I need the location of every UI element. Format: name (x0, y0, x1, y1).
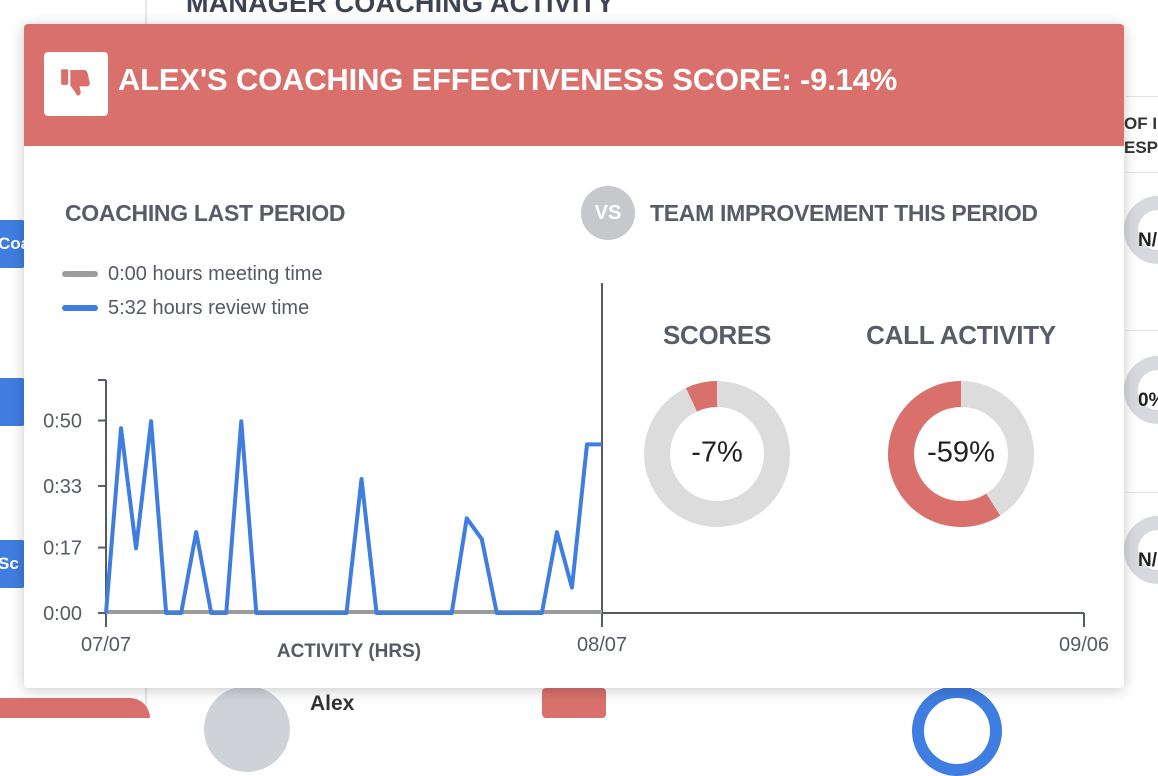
x-tick-label: 08/07 (577, 634, 627, 656)
background-donut-label: N/ (1138, 230, 1157, 251)
chart-series (104, 419, 602, 615)
call-activity-donut-title: CALL ACTIVITY (866, 320, 1056, 350)
background-red-pill (0, 698, 150, 718)
scores-donut-title: SCORES (662, 320, 772, 350)
background-user-name: Alex (310, 692, 355, 715)
background-tab-blank[interactable] (0, 378, 26, 426)
background-tab-scores[interactable]: Sc (0, 540, 26, 588)
activity-chart: 0:00 0:17 0:33 0:50 07/07 08/07 09/06 ACTIVITY … (43, 283, 1109, 662)
x-tick-label: 09/06 (1059, 634, 1109, 656)
coaching-effectiveness-modal: ALEX'S COACHING EFFECTIVENESS SCORE: -9.… (24, 24, 1124, 688)
call-activity-donut-value: -59% (927, 436, 995, 469)
series-review-time-line (104, 419, 602, 615)
background-donut-label: 0% (1138, 390, 1158, 411)
avatar (204, 686, 290, 772)
background-score-badge (542, 688, 606, 718)
y-tick-label: 0:33 (43, 476, 82, 498)
x-tick-label: 07/07 (81, 634, 131, 656)
y-tick-label: 0:00 (43, 603, 82, 625)
background-tab-coaching[interactable]: Coa (0, 220, 26, 268)
y-tick-label: 0:17 (43, 538, 82, 560)
background-page-title: MANAGER COACHING ACTIVITY (186, 0, 615, 18)
background-right-header: OF IESPO (1124, 114, 1158, 157)
x-axis-title: ACTIVITY (HRS) (277, 641, 421, 662)
background-blue-donut (912, 686, 1002, 776)
scores-donut-value: -7% (691, 436, 743, 469)
y-tick-label: 0:50 (43, 411, 82, 433)
background-donut-label: N/ (1138, 550, 1157, 571)
